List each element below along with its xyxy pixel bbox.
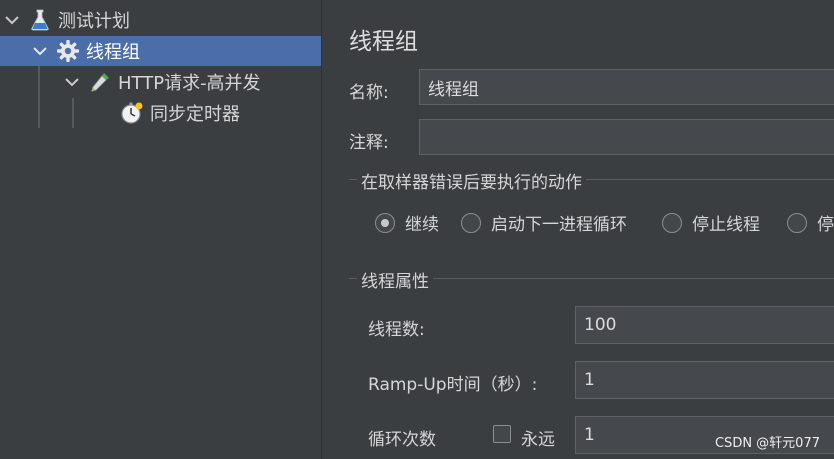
tree-item-sync-timer[interactable]: 同步定时器	[0, 98, 321, 128]
chevron-down-icon[interactable]	[64, 74, 80, 90]
watermark: CSDN @轩元077	[714, 436, 820, 451]
radio-stop-thread[interactable]: 停止线程	[662, 210, 760, 235]
test-plan-tree: 测试计划 线程组 HTTP请求-高并发 同步定时器	[0, 0, 321, 459]
forever-label: 永远	[521, 430, 555, 450]
chevron-down-icon[interactable]	[4, 12, 20, 28]
radio-label: 继续	[405, 215, 439, 235]
jmeter-window: 测试计划 线程组 HTTP请求-高并发 同步定时器 线程组 名称: 线程组 注释…	[0, 0, 834, 459]
pipette-icon	[88, 70, 112, 94]
chevron-down-icon[interactable]	[32, 43, 48, 59]
radio-continue[interactable]: 继续	[375, 210, 439, 235]
tree-item-label: 线程组	[86, 42, 140, 63]
radio-button[interactable]	[662, 212, 682, 233]
sampler-error-group-title: 在取样器错误后要执行的动作	[357, 168, 586, 193]
tree-item-label: HTTP请求-高并发	[118, 73, 261, 94]
thread-count-label: 线程数:	[368, 320, 425, 340]
radio-button[interactable]	[375, 212, 395, 233]
gear-icon	[56, 39, 80, 63]
radio-button[interactable]	[787, 212, 807, 233]
tree-item-http-request[interactable]: HTTP请求-高并发	[0, 67, 321, 97]
forever-checkbox[interactable]	[493, 425, 511, 443]
tree-item-thread-group[interactable]: 线程组	[0, 36, 321, 66]
flask-icon	[28, 8, 52, 32]
thread-count-field[interactable]: 100	[575, 306, 834, 344]
radio-start-next-loop[interactable]: 启动下一进程循环	[461, 210, 627, 235]
name-field[interactable]: 线程组	[419, 69, 834, 105]
loop-count-label: 循环次数	[368, 430, 436, 450]
thread-group-panel: 线程组 名称: 线程组 注释: 在取样器错误后要执行的动作 继续 启动下一进程循…	[333, 0, 834, 459]
radio-stop-test[interactable]: 停	[787, 210, 834, 235]
radio-label: 启动下一进程循环	[491, 215, 627, 235]
comment-field[interactable]	[419, 119, 834, 155]
radio-label: 停止线程	[692, 215, 760, 235]
comment-label: 注释:	[349, 133, 389, 153]
page-title: 线程组	[349, 29, 418, 55]
stopwatch-icon	[120, 101, 144, 125]
thread-properties-group-title: 线程属性	[357, 267, 433, 292]
tree-item-label: 同步定时器	[150, 104, 240, 125]
tree-item-test-plan[interactable]: 测试计划	[0, 5, 325, 35]
rampup-field[interactable]: 1	[575, 361, 834, 399]
tree-item-label: 测试计划	[58, 11, 130, 32]
rampup-label: Ramp-Up时间（秒）:	[368, 375, 538, 395]
radio-label: 停	[817, 215, 834, 235]
radio-button[interactable]	[461, 212, 481, 233]
name-label: 名称:	[349, 83, 389, 103]
